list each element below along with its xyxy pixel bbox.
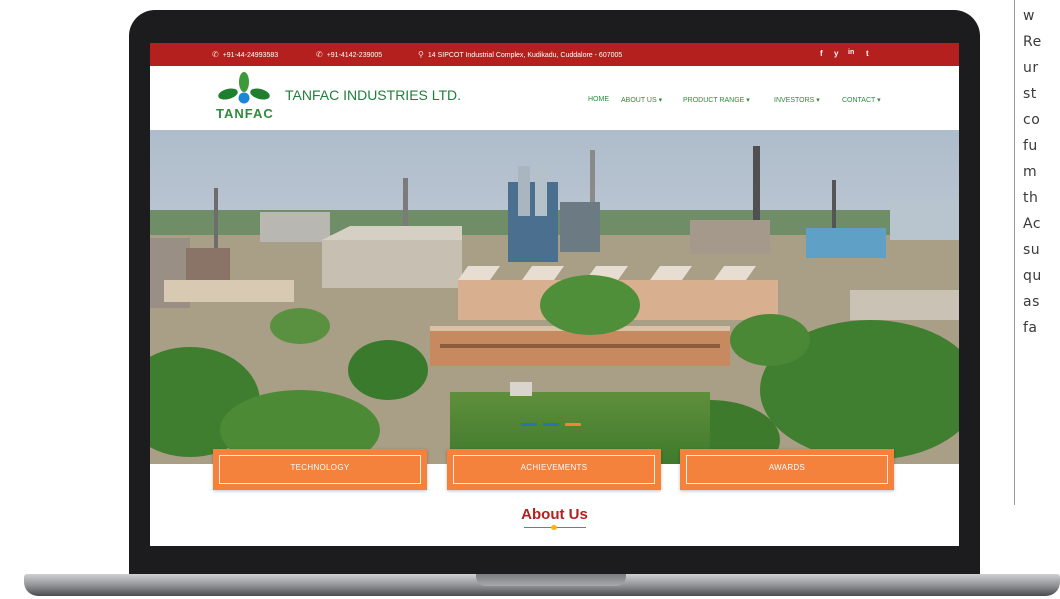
nav-contact[interactable]: CONTACT ▾ [842,96,881,104]
side-text-line: Ac [1023,216,1042,232]
linkedin-icon[interactable]: in [848,49,854,56]
phone-number-2: +91-4142-239005 [326,52,383,59]
slider-dot-3[interactable] [565,423,581,426]
facebook-icon[interactable]: f [820,49,823,58]
phone-number-1: +91-44-24993583 [222,52,279,59]
achievements-label: ACHIEVEMENTS [520,463,588,472]
slider-dot-2[interactable] [543,423,559,426]
awards-label: AWARDS [768,463,806,472]
map-pin-icon: ⚲ [418,50,424,59]
website-screen: ✆ +91-44-24993583 ✆ +91-4142-239005 ⚲ 14 SI… [150,43,959,546]
nav-home[interactable]: HOME [588,96,609,103]
phone-icon: ✆ [212,50,219,59]
nav-investors[interactable]: INVESTORS ▾ [774,96,820,104]
company-name[interactable]: TANFAC INDUSTRIES LTD. [285,87,461,103]
side-text-line: as [1023,294,1040,310]
address-item: ⚲ 14 SIPCOT Industrial Complex, Kudikadu,… [418,50,622,59]
phone-link-1[interactable]: ✆ +91-44-24993583 [212,50,278,59]
factory-aerial-image [150,130,959,464]
technology-label: TECHNOLOGY [290,463,350,472]
site-header: TANFAC TANFAC INDUSTRIES LTD. HOME ABOUT… [150,66,959,130]
achievements-tile[interactable]: ACHIEVEMENTS [447,449,661,490]
slider-dot-1[interactable] [521,423,537,426]
feature-tiles: TECHNOLOGY ACHIEVEMENTS AWARDS About Us [150,449,959,546]
side-text-line: qu [1023,268,1042,284]
side-text-line: su [1023,242,1041,258]
laptop-base-notch [476,574,626,586]
contact-topbar: ✆ +91-44-24993583 ✆ +91-4142-239005 ⚲ 14 SI… [150,43,959,66]
tumblr-icon[interactable]: t [866,49,869,58]
awards-tile[interactable]: AWARDS [680,449,894,490]
about-us-heading: About Us [521,506,588,523]
side-text-line: fu [1023,138,1038,154]
logo-text: TANFAC [216,106,274,121]
heading-divider-dot [551,525,557,530]
nav-product-range[interactable]: PRODUCT RANGE ▾ [683,96,750,104]
phone-icon: ✆ [316,50,323,59]
side-text-column: w Re ur st co fu m th Ac su qu as fa [1014,0,1060,505]
side-text-line: w [1023,8,1035,24]
side-text-line: Re [1023,34,1042,50]
hero-banner [150,130,959,464]
side-text-line: st [1023,86,1037,102]
technology-tile[interactable]: TECHNOLOGY [213,449,427,490]
address-text: 14 SIPCOT Industrial Complex, Kudikadu, … [427,52,623,59]
side-text-line: ur [1023,60,1039,76]
nav-about-us[interactable]: ABOUT US ▾ [621,96,662,104]
side-text-line: fa [1023,320,1038,336]
side-text-line: th [1023,190,1039,206]
phone-link-2[interactable]: ✆ +91-4142-239005 [316,50,382,59]
side-text-line: co [1023,112,1041,128]
twitter-icon[interactable]: y [834,49,838,58]
side-text-line: m [1023,164,1038,180]
